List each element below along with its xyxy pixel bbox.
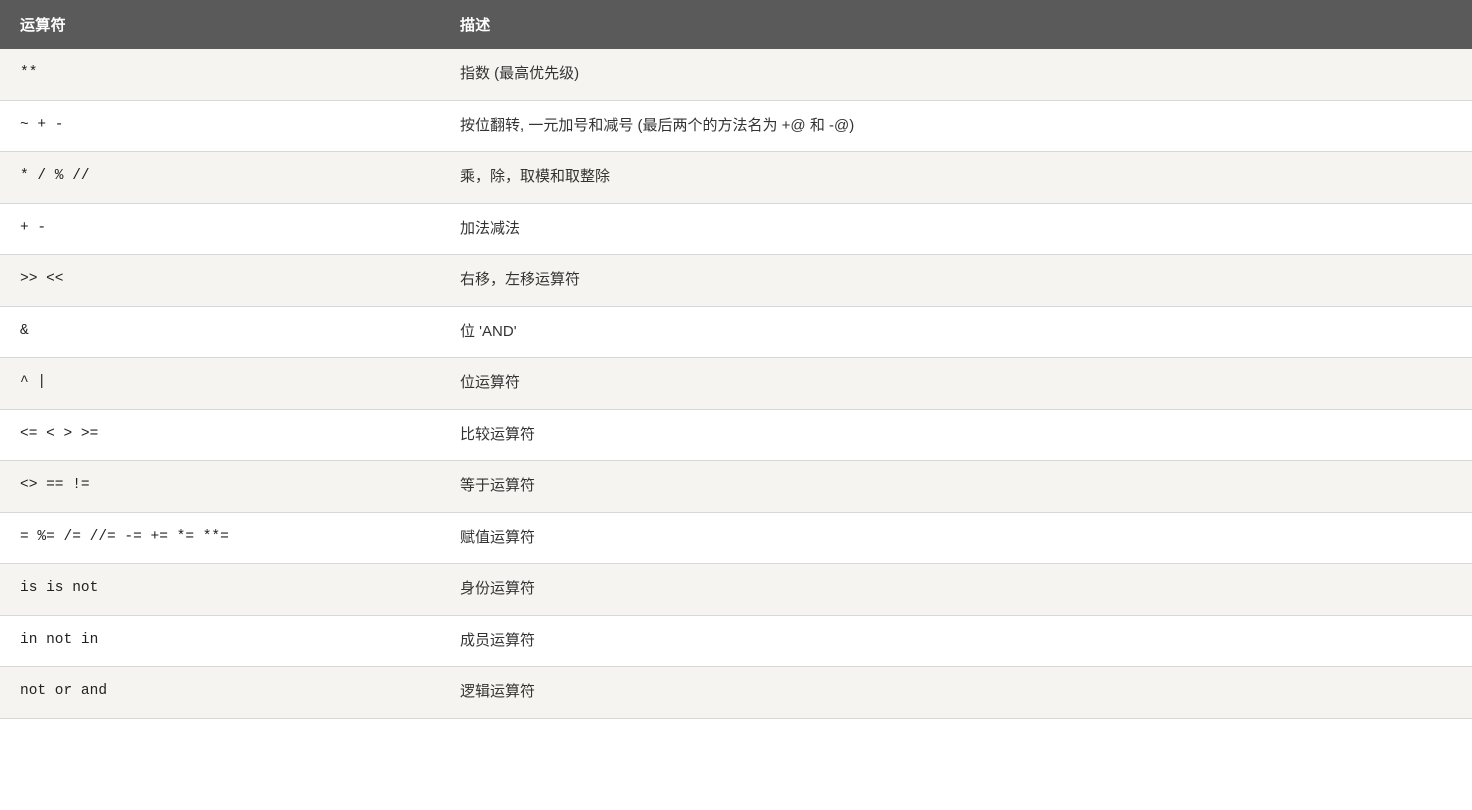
operator-cell: ** [0,49,440,100]
operator-cell: <> == != [0,461,440,513]
operator-cell: * / % // [0,152,440,204]
operator-cell: is is not [0,564,440,616]
table-row: >> <<右移，左移运算符 [0,255,1472,307]
description-cell: 位运算符 [440,358,1472,410]
table-row: **指数 (最高优先级) [0,49,1472,100]
description-cell: 赋值运算符 [440,512,1472,564]
description-cell: 成员运算符 [440,615,1472,667]
table-row: + -加法减法 [0,203,1472,255]
operator-cell: = %= /= //= -= += *= **= [0,512,440,564]
table-row: * / % //乘，除，取模和取整除 [0,152,1472,204]
table-row: not or and逻辑运算符 [0,667,1472,719]
operator-cell: ~ + - [0,100,440,152]
description-cell: 指数 (最高优先级) [440,49,1472,100]
operator-cell: >> << [0,255,440,307]
description-cell: 位 'AND' [440,306,1472,358]
operator-cell: in not in [0,615,440,667]
operator-cell: not or and [0,667,440,719]
operator-cell: & [0,306,440,358]
main-container: 运算符 描述 **指数 (最高优先级)~ + -按位翻转, 一元加号和减号 (最… [0,0,1472,810]
table-row: = %= /= //= -= += *= **=赋值运算符 [0,512,1472,564]
description-cell: 比较运算符 [440,409,1472,461]
table-row: ~ + -按位翻转, 一元加号和减号 (最后两个的方法名为 +@ 和 -@) [0,100,1472,152]
col-description-header: 描述 [440,0,1472,49]
table-row: ^ |位运算符 [0,358,1472,410]
col-operator-header: 运算符 [0,0,440,49]
table-row: in not in成员运算符 [0,615,1472,667]
description-cell: 按位翻转, 一元加号和减号 (最后两个的方法名为 +@ 和 -@) [440,100,1472,152]
table-header-row: 运算符 描述 [0,0,1472,49]
description-cell: 乘，除，取模和取整除 [440,152,1472,204]
description-cell: 等于运算符 [440,461,1472,513]
table-row: <= < > >=比较运算符 [0,409,1472,461]
operator-cell: ^ | [0,358,440,410]
description-cell: 右移，左移运算符 [440,255,1472,307]
operators-table: 运算符 描述 **指数 (最高优先级)~ + -按位翻转, 一元加号和减号 (最… [0,0,1472,719]
description-cell: 加法减法 [440,203,1472,255]
operator-cell: + - [0,203,440,255]
table-row: &位 'AND' [0,306,1472,358]
table-row: <> == !=等于运算符 [0,461,1472,513]
description-cell: 身份运算符 [440,564,1472,616]
table-row: is is not身份运算符 [0,564,1472,616]
description-cell: 逻辑运算符 [440,667,1472,719]
operator-cell: <= < > >= [0,409,440,461]
